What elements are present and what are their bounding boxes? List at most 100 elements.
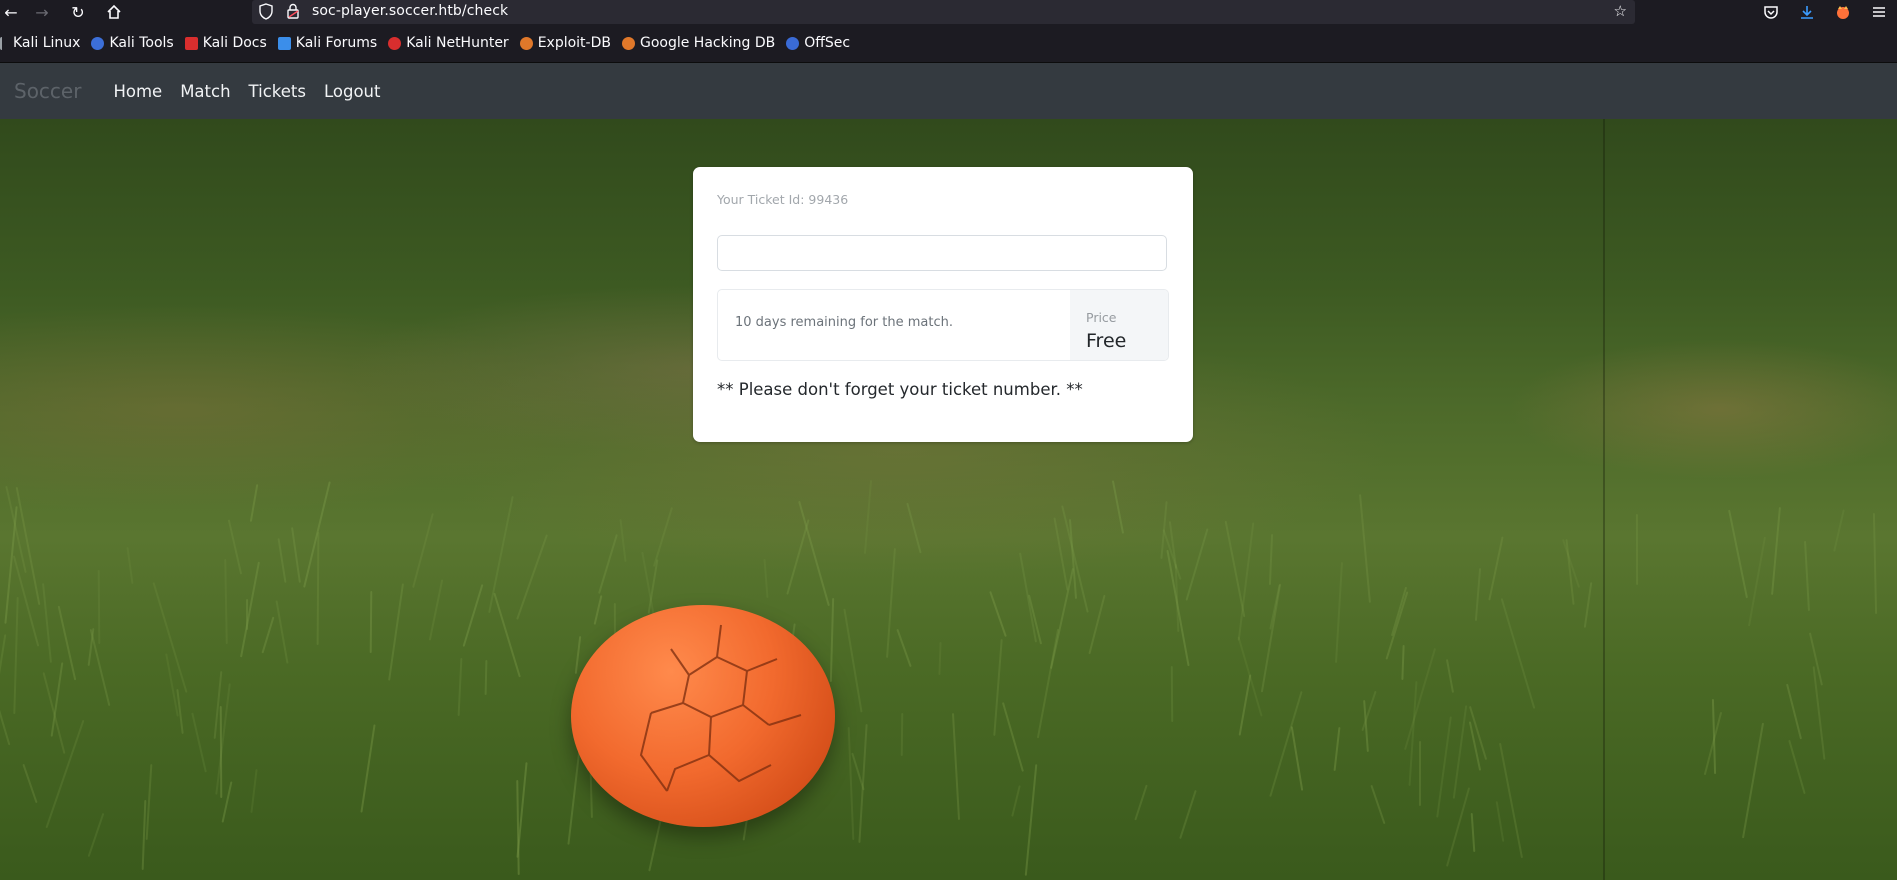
grass-blade: [219, 705, 223, 798]
bookmark-offsec[interactable]: OffSec: [786, 35, 850, 51]
url-text[interactable]: soc-player.soccer.htb/check: [312, 3, 508, 19]
home-icon[interactable]: [103, 1, 125, 23]
match-info-box: 10 days remaining for the match. Price F…: [717, 289, 1169, 361]
tracking-shield-icon[interactable]: [258, 3, 274, 24]
bookmark-kali-docs[interactable]: Kali Docs: [184, 35, 267, 51]
grass-blade: [316, 532, 320, 646]
grass-blade: [1291, 725, 1304, 791]
kali-tools-icon: [91, 36, 105, 50]
bookmark-google-hacking-db[interactable]: Google Hacking DB: [621, 35, 776, 51]
grass-blade: [1786, 683, 1803, 740]
grass-blade: [240, 561, 261, 658]
grass-blade: [1269, 690, 1303, 797]
grass-blade: [1133, 784, 1148, 821]
bookmark-label: Kali Tools: [109, 35, 174, 51]
menu-hamburger-icon[interactable]: [1861, 0, 1897, 24]
grass-blade: [1728, 509, 1748, 599]
grass-blade: [1269, 584, 1281, 630]
grass-blade: [1011, 785, 1021, 817]
grass-blade: [1500, 598, 1536, 710]
price-value: Free: [1086, 330, 1127, 352]
bookmark-label: OffSec: [804, 35, 851, 51]
grass-blade: [1436, 716, 1452, 818]
grass-blade: [1333, 727, 1341, 772]
grass-blade: [515, 533, 548, 620]
site-brand[interactable]: Soccer: [14, 79, 81, 103]
kali-nethunter-icon: [388, 36, 402, 50]
grass-blade: [1788, 739, 1806, 795]
grass-blade: [221, 781, 233, 824]
grass-blade: [90, 628, 111, 706]
reload-icon[interactable]: ↻: [67, 1, 89, 23]
forward-arrow-icon[interactable]: →: [31, 1, 53, 23]
grass-blade: [462, 584, 484, 648]
grass-blade: [261, 616, 275, 654]
grass-blade: [1170, 666, 1173, 723]
bookmark-exploit-db[interactable]: Exploit-DB: [519, 35, 611, 51]
grass-blade: [484, 660, 488, 696]
grass-blade: [951, 712, 960, 820]
grass-blade: [906, 502, 922, 554]
nav-home[interactable]: Home: [113, 82, 162, 101]
grass-blade: [1238, 673, 1252, 736]
bookmark-label: Kali NetHunter: [406, 35, 509, 51]
grass-blade: [370, 591, 373, 653]
grass-blade: [900, 712, 904, 757]
grass-blade: [885, 547, 896, 658]
grass-blade: [429, 579, 444, 641]
grass-blade: [41, 582, 52, 663]
grass-blade: [1495, 800, 1505, 842]
bookmark-label: Exploit-DB: [537, 35, 611, 51]
bookmark-label: Kali Linux: [13, 35, 81, 51]
grass-blade: [763, 559, 769, 599]
downloads-icon[interactable]: [1789, 0, 1825, 24]
grass-blade: [224, 558, 228, 644]
grass-blade: [1370, 784, 1386, 825]
bookmarks-toolbar: Kali Linux Kali Tools Kali Docs Kali For…: [0, 24, 1897, 63]
days-remaining-text: 10 days remaining for the match.: [735, 315, 953, 330]
grass-blade: [1391, 586, 1408, 636]
grass-blade: [412, 512, 435, 588]
grass-blade: [277, 538, 287, 584]
grass-blade: [290, 527, 301, 584]
bookmark-label: Kali Forums: [295, 35, 378, 51]
grass-blade: [597, 533, 618, 594]
back-arrow-icon[interactable]: ←: [0, 1, 22, 23]
nav-logout[interactable]: Logout: [324, 82, 381, 101]
bookmark-kali-tools[interactable]: Kali Tools: [91, 35, 174, 51]
grass-blade: [1445, 787, 1471, 868]
grass-blade: [992, 638, 1003, 736]
grass-blade: [619, 519, 627, 563]
grass-blade: [249, 483, 259, 522]
grass-blade: [896, 629, 913, 668]
grass-blade: [1741, 723, 1764, 839]
kali-linux-icon: [0, 36, 8, 50]
grass-blade: [1418, 740, 1421, 807]
lock-icon[interactable]: [286, 3, 300, 24]
grass-blade: [488, 496, 514, 613]
address-bar[interactable]: soc-player.soccer.htb/check ☆: [252, 0, 1635, 24]
grass-blade: [387, 583, 404, 682]
bookmark-kali-linux[interactable]: Kali Linux: [0, 35, 80, 51]
grass-blade: [1446, 659, 1455, 694]
grass-blade: [1088, 595, 1106, 655]
pocket-icon[interactable]: [1753, 0, 1789, 24]
ticket-number-input[interactable]: [717, 235, 1167, 271]
bookmark-star-icon[interactable]: ☆: [1614, 2, 1627, 20]
nav-tickets[interactable]: Tickets: [249, 82, 306, 101]
grass-blade: [275, 600, 289, 664]
grass-blade: [191, 712, 207, 773]
grass-blade: [989, 590, 1008, 637]
grass-blade: [98, 569, 101, 645]
grass-blade: [1804, 541, 1811, 612]
grass-blade: [1334, 561, 1343, 663]
extension-fox-icon[interactable]: [1825, 0, 1861, 24]
grass-blade: [493, 592, 522, 678]
bookmark-kali-forums[interactable]: Kali Forums: [277, 35, 378, 51]
bookmark-label: Kali Docs: [202, 35, 267, 51]
grass-blade: [22, 763, 38, 804]
bookmark-kali-nethunter[interactable]: Kali NetHunter: [388, 35, 509, 51]
bookmark-label: Google Hacking DB: [639, 35, 776, 51]
nav-match[interactable]: Match: [180, 82, 230, 101]
price-label: Price: [1086, 310, 1117, 325]
